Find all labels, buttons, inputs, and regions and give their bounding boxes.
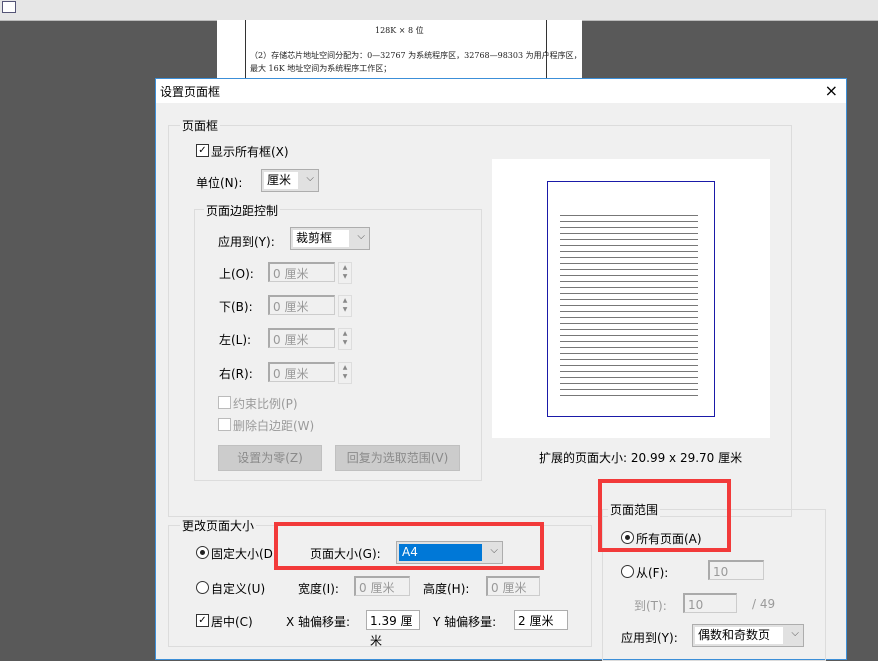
highlight-box [598, 479, 731, 552]
page-box-label: 页面框 [180, 117, 221, 134]
doc-text: 128K × 8 位 [375, 26, 424, 35]
y-offset-label: Y 轴偏移量: [433, 615, 497, 629]
margin-bottom-spinner[interactable]: ▲ ▼ [338, 295, 352, 317]
center-label: 居中(C) [211, 615, 253, 629]
fixed-size-label: 固定大小(D) [211, 547, 278, 561]
to-input[interactable]: 10 [683, 593, 737, 613]
page-preview [547, 181, 715, 417]
from-label: 从(F): [636, 566, 669, 580]
margin-left-label: 左(L): [219, 333, 252, 347]
width-label: 宽度(I): [298, 582, 339, 596]
margin-left-input[interactable]: 0 厘米 [268, 328, 335, 348]
show-all-checkbox[interactable]: ✓ [196, 144, 209, 157]
from-input[interactable]: 10 [708, 560, 764, 580]
total-pages: / 49 [752, 597, 776, 611]
highlight-box [274, 522, 544, 570]
revert-button[interactable]: 回复为选取范围(V) [335, 445, 460, 471]
constrain-checkbox[interactable] [218, 396, 231, 409]
doc-text: （2）存储芯片地址空间分配为：0—32767 为系统程序区，32768—9830… [250, 51, 582, 60]
apply-to-label: 应用到(Y): [218, 235, 275, 249]
height-input[interactable]: 0 厘米 [486, 576, 540, 596]
toolbar [0, 0, 878, 21]
margin-bottom-label: 下(B): [219, 300, 253, 314]
width-input[interactable]: 0 厘米 [354, 576, 410, 596]
preview-panel [492, 159, 770, 438]
margin-right-label: 右(R): [219, 367, 253, 381]
custom-label: 自定义(U) [211, 582, 266, 596]
remove-white-checkbox[interactable] [218, 418, 231, 431]
chevron-down-icon: ⌵ [357, 231, 365, 242]
dialog-title: 设置页面框 [160, 85, 221, 99]
remove-white-label: 删除白边距(W) [233, 419, 315, 433]
title-bar: 设置页面框 × [156, 79, 846, 103]
from-radio[interactable] [621, 565, 634, 578]
margin-bottom-input[interactable]: 0 厘米 [268, 295, 335, 315]
range-apply-label: 应用到(Y): [621, 631, 678, 645]
margin-top-label: 上(O): [219, 267, 254, 281]
document-page: 128K × 8 位 （2）存储芯片地址空间分配为：0—32767 为系统程序区… [217, 20, 582, 80]
set-zero-button[interactable]: 设置为零(Z) [218, 445, 322, 471]
close-icon[interactable]: × [825, 81, 838, 100]
y-offset-input[interactable]: 2 厘米 [514, 610, 568, 630]
fixed-size-radio[interactable] [196, 546, 209, 559]
constrain-label: 约束比例(P) [233, 397, 298, 411]
doc-text: 最大 16K 地址空间为系统程序工作区； [250, 64, 392, 73]
unit-select[interactable]: 厘米 ⌵ [261, 169, 319, 192]
margin-right-spinner[interactable]: ▲ ▼ [338, 362, 352, 384]
set-page-boxes-dialog: 设置页面框 × 页面框 ✓ 显示所有框(X) 单位(N): 厘米 ⌵ 页面边距控制… [155, 78, 847, 661]
apply-to-select[interactable]: 裁剪框 ⌵ [290, 227, 370, 250]
margin-top-input[interactable]: 0 厘米 [268, 262, 335, 282]
height-label: 高度(H): [423, 582, 470, 596]
center-checkbox[interactable]: ✓ [196, 614, 209, 627]
x-offset-label: X 轴偏移量: [286, 615, 351, 629]
show-all-label: 显示所有框(X) [211, 145, 289, 159]
range-apply-select[interactable]: 偶数和奇数页 ⌵ [692, 624, 804, 647]
expanded-size-text: 扩展的页面大小: 20.99 x 29.70 厘米 [539, 451, 743, 465]
margin-group-label: 页面边距控制 [204, 202, 281, 219]
margin-left-spinner[interactable]: ▲ ▼ [338, 328, 352, 350]
to-label: 到(T): [634, 599, 667, 613]
resize-group-label: 更改页面大小 [180, 517, 257, 534]
custom-radio[interactable] [196, 581, 209, 594]
chevron-down-icon: ⌵ [791, 628, 799, 639]
expand-icon[interactable] [2, 1, 16, 13]
margin-top-spinner[interactable]: ▲ ▼ [338, 262, 352, 284]
chevron-down-icon: ⌵ [306, 173, 314, 184]
margin-right-input[interactable]: 0 厘米 [268, 362, 335, 382]
unit-label: 单位(N): [196, 176, 243, 190]
x-offset-input[interactable]: 1.39 厘米 [366, 610, 420, 648]
